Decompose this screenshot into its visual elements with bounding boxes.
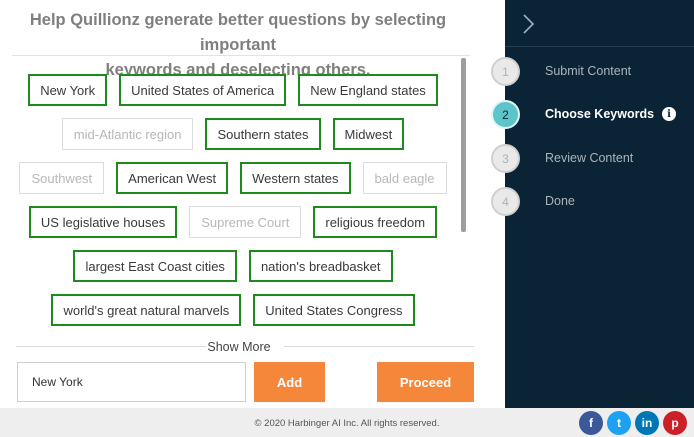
footer: © 2020 Harbinger AI Inc. All rights rese… (0, 408, 694, 437)
add-button[interactable]: Add (254, 362, 325, 402)
keyword-row: mid-Atlantic region Southern states Midwes… (10, 118, 456, 150)
keyword-chip-deselected[interactable]: Supreme Court (189, 206, 302, 238)
keyword-chip-selected[interactable]: New England states (298, 74, 438, 106)
sidebar-divider (505, 46, 694, 47)
keyword-chip-selected[interactable]: Midwest (332, 118, 405, 150)
proceed-button[interactable]: Proceed (377, 362, 474, 402)
keyword-chip-selected[interactable]: US legislative houses (28, 206, 178, 238)
info-icon[interactable]: i (662, 107, 676, 121)
keyword-row: largest East Coast cities nation's breadb… (10, 250, 456, 282)
twitter-icon[interactable]: t (607, 411, 631, 435)
keyword-row: world's great natural marvels United Stat… (10, 294, 456, 326)
main-panel: Help Quillionz generate better questions… (0, 0, 505, 408)
keyword-chip-selected[interactable]: world's great natural marvels (51, 294, 242, 326)
step-label: Choose Keywords (545, 107, 655, 121)
linkedin-icon[interactable]: in (635, 411, 659, 435)
divider-line-left (16, 346, 206, 347)
pinterest-icon[interactable]: p (663, 411, 687, 435)
keyword-chip-deselected[interactable]: bald eagle (362, 162, 447, 194)
step-label: Done (545, 194, 575, 208)
keyword-chip-selected[interactable]: largest East Coast cities (73, 250, 237, 282)
divider-line-right (284, 346, 474, 347)
heading-divider (12, 55, 470, 56)
keyword-chip-selected[interactable]: religious freedom (313, 206, 438, 238)
step-number: 1 (491, 57, 520, 86)
keyword-input[interactable] (17, 362, 246, 402)
step-choose-keywords[interactable]: 2 Choose Keywords i (491, 100, 694, 130)
step-submit-content[interactable]: 1 Submit Content (491, 57, 694, 87)
keyword-chip-deselected[interactable]: Southwest (19, 162, 105, 194)
keyword-chip-selected[interactable]: New York (28, 74, 108, 106)
step-review-content[interactable]: 3 Review Content (491, 144, 694, 174)
keyword-list-scrollbar[interactable] (461, 58, 466, 232)
keyword-row: US legislative houses Supreme Court religi… (10, 206, 456, 238)
step-number: 4 (491, 187, 520, 216)
keyword-row: New York United States of America New Engl… (10, 74, 456, 106)
step-done[interactable]: 4 Done (491, 187, 694, 217)
keyword-chip-selected[interactable]: United States Congress (253, 294, 415, 326)
show-more-link[interactable]: Show More (204, 340, 274, 354)
keyword-chip-list: New York United States of America New Engl… (10, 62, 456, 326)
step-number: 3 (491, 144, 520, 173)
step-label: Review Content (545, 151, 634, 165)
keyword-chip-deselected[interactable]: mid-Atlantic region (61, 118, 194, 150)
step-label: Submit Content (545, 64, 632, 78)
keyword-chip-selected[interactable]: nation's breadbasket (248, 250, 393, 282)
facebook-icon[interactable]: f (579, 411, 603, 435)
keyword-chip-selected[interactable]: Western states (240, 162, 351, 194)
chevron-right-icon[interactable] (519, 12, 539, 36)
progress-sidebar: 1 Submit Content 2 Choose Keywords i 3 R… (491, 0, 694, 408)
heading-line-1: Help Quillionz generate better questions… (29, 11, 447, 54)
keyword-chip-selected[interactable]: American West (116, 162, 229, 194)
keyword-chip-selected[interactable]: Southern states (205, 118, 321, 150)
keyword-row: Southwest American West Western states bald… (10, 162, 456, 194)
step-number: 2 (491, 100, 520, 129)
keyword-chip-selected[interactable]: United States of America (119, 74, 287, 106)
